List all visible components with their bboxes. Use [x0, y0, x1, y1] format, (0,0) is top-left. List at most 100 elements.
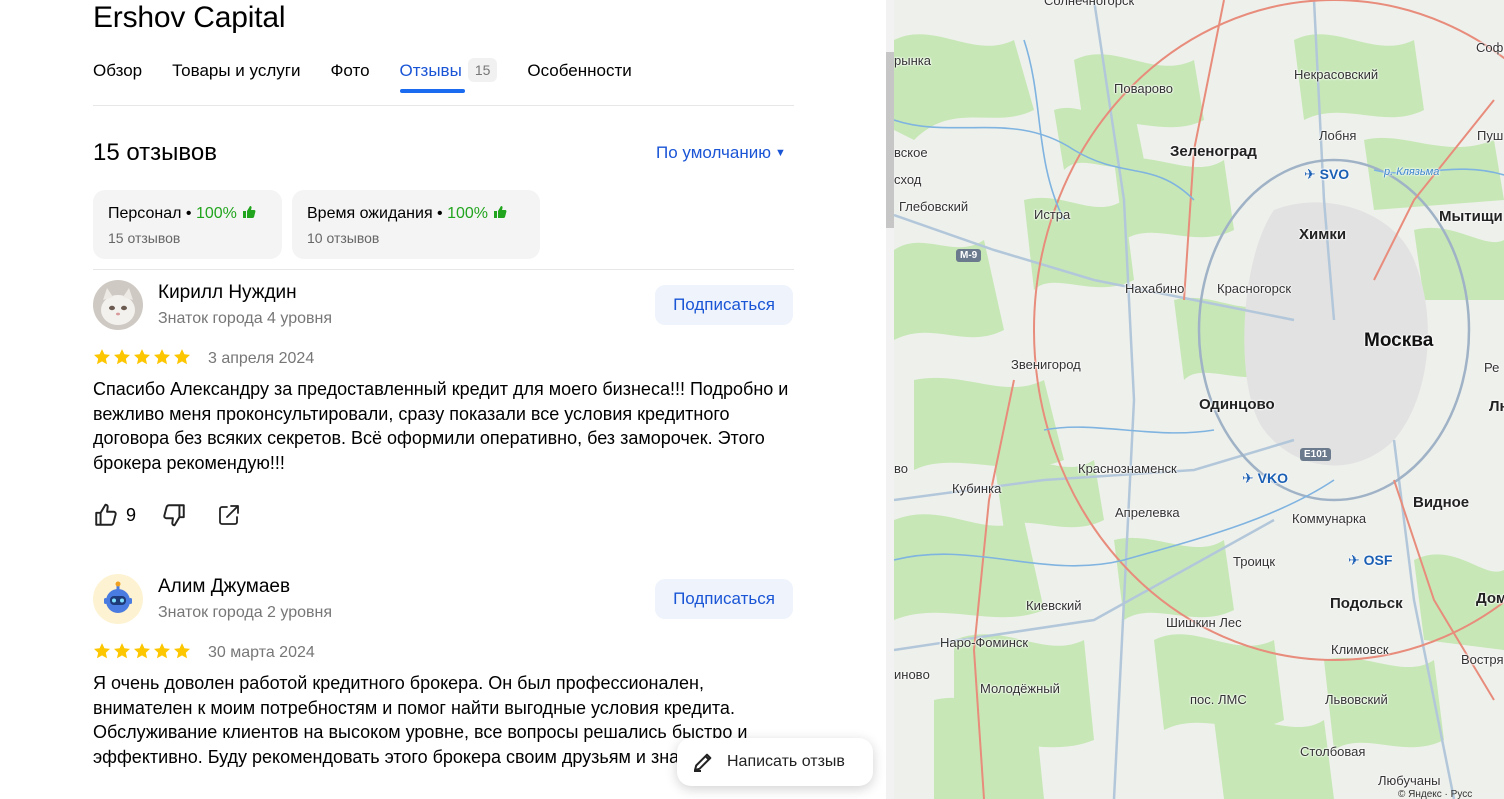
like-button[interactable]: 9 [93, 502, 136, 528]
map-label: Истра [1034, 207, 1071, 222]
aspect-count: 15 отзывов [108, 230, 181, 246]
map-label: Любучаны [1378, 773, 1441, 788]
map-label: Львовский [1325, 692, 1388, 707]
like-count: 9 [126, 504, 137, 525]
author-level: Знаток города 4 уровня [158, 310, 333, 327]
thumbs-up-icon [95, 503, 117, 526]
highway-shield: М-9 [956, 249, 982, 262]
tab-overview[interactable]: Обзор [93, 58, 142, 94]
map-label: пос. ЛМС [1190, 692, 1247, 707]
map-label: Нахабино [1125, 281, 1185, 296]
star-icon [93, 349, 111, 365]
map-label: Краснознаменск [1078, 461, 1177, 476]
aspect-chip-staff[interactable]: Персонал • 100% 15 отзывов [93, 190, 282, 259]
map-view[interactable]: Солнечногорск Софр рынка Некрасовский По… [894, 0, 1504, 799]
rating-stars [93, 642, 191, 664]
map-label: Коммунарка [1292, 511, 1367, 526]
chevron-down-icon: ▼ [774, 147, 786, 159]
star-icon [153, 349, 171, 365]
map-label: сход [894, 172, 922, 187]
star-icon [113, 349, 131, 365]
map-label: Наро-Фоминск [940, 635, 1029, 650]
aspect-percent: 100% [447, 205, 489, 222]
aspect-chip-waiting-time[interactable]: Время ожидания • 100% 10 отзывов [292, 190, 540, 259]
active-tab-indicator [399, 89, 465, 93]
star-icon [153, 643, 171, 659]
write-review-label: Написать отзыв [727, 753, 845, 770]
star-icon [133, 643, 151, 659]
map-label: Киевский [1026, 598, 1082, 613]
tab-reviews-label: Отзывы [399, 61, 462, 80]
author-level: Знаток города 2 уровня [158, 604, 333, 621]
map-label: Софр [1476, 40, 1504, 55]
dislike-button[interactable] [161, 502, 187, 528]
thumbs-up-icon [242, 204, 256, 226]
map-copyright[interactable]: © Яндекс · Русс [1398, 789, 1472, 799]
highway-shield: E101 [1300, 448, 1332, 461]
pencil-icon [694, 753, 712, 772]
tab-photo[interactable]: Фото [330, 58, 369, 94]
map-label: Молодёжный [980, 681, 1060, 696]
map-label: Подольск [1330, 595, 1403, 612]
aspect-name: Время ожидания [307, 205, 433, 222]
airport-code: OSF [1363, 552, 1393, 568]
review-actions: 9 [93, 499, 241, 531]
review-date: 3 апреля 2024 [208, 350, 315, 367]
map-label: Химки [1299, 226, 1347, 243]
business-panel: Ershov Capital Обзор Товары и услуги Фот… [0, 0, 886, 799]
map-label: Одинцово [1199, 396, 1275, 413]
scrollbar-thumb[interactable] [886, 52, 894, 228]
write-review-button[interactable]: Написать отзыв [677, 738, 873, 786]
share-button[interactable] [217, 503, 241, 527]
tab-reviews-count: 15 [467, 58, 498, 82]
map-label: Глебовский [899, 199, 969, 214]
map-label: Востряк [1461, 652, 1504, 667]
sort-dropdown[interactable]: По умолчанию ▼ [656, 142, 786, 164]
avatar[interactable] [93, 280, 143, 330]
thumbs-up-icon [493, 204, 507, 226]
tab-goods-services[interactable]: Товары и услуги [172, 58, 300, 94]
subscribe-button[interactable]: Подписаться [655, 579, 793, 619]
tab-features[interactable]: Особенности [527, 58, 631, 94]
sort-label: По умолчанию [656, 143, 771, 162]
airport-code: SVO [1319, 166, 1350, 182]
share-icon [219, 505, 239, 525]
aspect-percent: 100% [195, 205, 237, 222]
subscribe-button[interactable]: Подписаться [655, 285, 793, 325]
map-label: Пуш [1477, 128, 1504, 143]
map-label: Зеленоград [1170, 143, 1257, 160]
map-label: рынка [894, 53, 931, 68]
tabs-divider [93, 105, 794, 106]
map-label: Красногорск [1217, 281, 1292, 296]
map-label: Апрелевка [1115, 505, 1180, 520]
star-icon [173, 643, 191, 659]
panel-scrollbar[interactable] [886, 0, 894, 799]
aspect-name: Персонал [108, 205, 182, 222]
review-author[interactable]: Кирилл Нуждин [158, 281, 297, 305]
tab-reviews[interactable]: Отзывы 15 [399, 58, 498, 94]
airport-label: ✈ VKO [1242, 470, 1288, 486]
airport-label: ✈ OSF [1348, 552, 1393, 568]
map-label: Кубинка [952, 481, 1002, 496]
map-label: Троицк [1233, 554, 1276, 569]
map-label: Столбовая [1300, 744, 1366, 759]
map-label: инoвo [894, 667, 930, 682]
rating-stars [93, 348, 191, 370]
star-icon [93, 643, 111, 659]
map-label: Климовск [1331, 642, 1389, 657]
river-label: р. Клязьма [1384, 166, 1440, 178]
map-label: Некрасовский [1294, 67, 1379, 82]
airport-label: ✈ SVO [1304, 166, 1350, 182]
map-label: Звенигород [1011, 357, 1081, 372]
star-icon [173, 349, 191, 365]
aspect-count: 10 отзывов [307, 230, 380, 246]
reviews-count-heading: 15 отзывов [93, 139, 218, 166]
map-label: Лобня [1319, 128, 1357, 143]
review-author[interactable]: Алим Джумаев [158, 575, 290, 599]
star-icon [113, 643, 131, 659]
map-label: во [894, 461, 908, 476]
map-label: Москва [1364, 330, 1434, 351]
map-label: Ре [1484, 360, 1500, 375]
avatar[interactable] [93, 574, 143, 624]
tab-bar: Обзор Товары и услуги Фото Отзывы 15 Особ… [93, 58, 662, 94]
